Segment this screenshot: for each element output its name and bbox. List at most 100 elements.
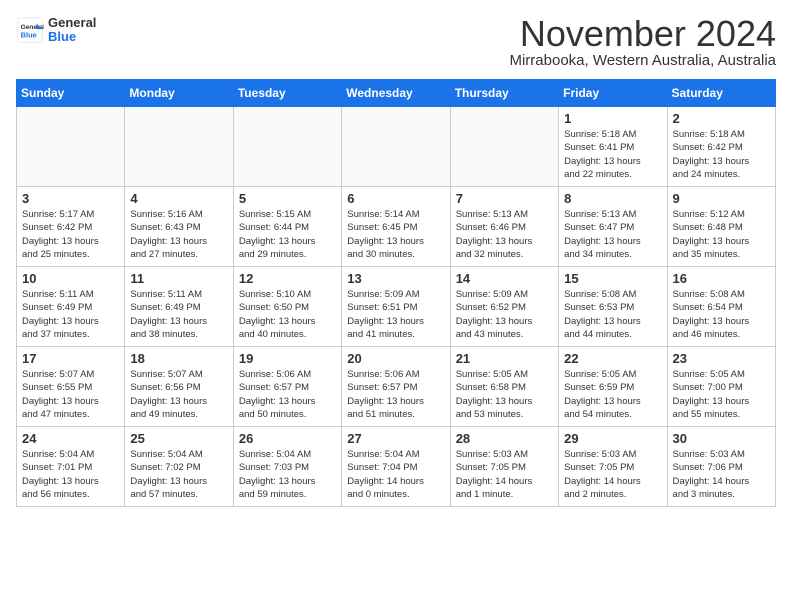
day-number: 30 — [673, 431, 770, 446]
weekday-header-saturday: Saturday — [667, 80, 775, 107]
weekday-header-friday: Friday — [559, 80, 667, 107]
day-number: 8 — [564, 191, 661, 206]
day-info: Sunrise: 5:04 AM Sunset: 7:01 PM Dayligh… — [22, 448, 119, 501]
day-number: 24 — [22, 431, 119, 446]
calendar-cell: 17 Sunrise: 5:07 AM Sunset: 6:55 PM Dayli… — [17, 347, 125, 427]
day-number: 6 — [347, 191, 444, 206]
weekday-header-tuesday: Tuesday — [233, 80, 341, 107]
calendar-cell: 14 Sunrise: 5:09 AM Sunset: 6:52 PM Dayli… — [450, 267, 558, 347]
day-info: Sunrise: 5:16 AM Sunset: 6:43 PM Dayligh… — [130, 208, 227, 261]
day-number: 14 — [456, 271, 553, 286]
day-info: Sunrise: 5:08 AM Sunset: 6:54 PM Dayligh… — [673, 288, 770, 341]
calendar-cell: 9 Sunrise: 5:12 AM Sunset: 6:48 PM Daylig… — [667, 187, 775, 267]
day-info: Sunrise: 5:08 AM Sunset: 6:53 PM Dayligh… — [564, 288, 661, 341]
day-info: Sunrise: 5:04 AM Sunset: 7:04 PM Dayligh… — [347, 448, 444, 501]
day-info: Sunrise: 5:14 AM Sunset: 6:45 PM Dayligh… — [347, 208, 444, 261]
day-number: 23 — [673, 351, 770, 366]
calendar-cell: 5 Sunrise: 5:15 AM Sunset: 6:44 PM Daylig… — [233, 187, 341, 267]
calendar-cell: 22Sunrise: 5:05 AM Sunset: 6:59 PM Dayli… — [559, 347, 667, 427]
calendar-cell: 3 Sunrise: 5:17 AM Sunset: 6:42 PM Daylig… — [17, 187, 125, 267]
calendar-cell: 4 Sunrise: 5:16 AM Sunset: 6:43 PM Daylig… — [125, 187, 233, 267]
calendar-cell: 19 Sunrise: 5:06 AM Sunset: 6:57 PM Dayli… — [233, 347, 341, 427]
weekday-header-row: SundayMondayTuesdayWednesdayThursdayFrid… — [17, 80, 776, 107]
day-number: 15 — [564, 271, 661, 286]
day-info: Sunrise: 5:04 AM Sunset: 7:03 PM Dayligh… — [239, 448, 336, 501]
day-info: Sunrise: 5:07 AM Sunset: 6:55 PM Dayligh… — [22, 368, 119, 421]
calendar-week-3: 10 Sunrise: 5:11 AM Sunset: 6:49 PM Dayli… — [17, 267, 776, 347]
calendar-cell: 28Sunrise: 5:03 AM Sunset: 7:05 PM Dayli… — [450, 427, 558, 507]
day-number: 20 — [347, 351, 444, 366]
calendar-cell: 21 Sunrise: 5:05 AM Sunset: 6:58 PM Dayli… — [450, 347, 558, 427]
calendar-cell: 10 Sunrise: 5:11 AM Sunset: 6:49 PM Dayli… — [17, 267, 125, 347]
calendar-cell: 7 Sunrise: 5:13 AM Sunset: 6:46 PM Daylig… — [450, 187, 558, 267]
location: Mirrabooka, Western Australia, Australia — [509, 52, 776, 69]
day-number: 29 — [564, 431, 661, 446]
logo-blue: Blue — [48, 30, 96, 44]
day-number: 7 — [456, 191, 553, 206]
calendar-table: SundayMondayTuesdayWednesdayThursdayFrid… — [16, 79, 776, 507]
day-number: 9 — [673, 191, 770, 206]
day-info: Sunrise: 5:05 AM Sunset: 6:58 PM Dayligh… — [456, 368, 553, 421]
logo-general: General — [48, 16, 96, 30]
calendar-cell: 15 Sunrise: 5:08 AM Sunset: 6:53 PM Dayli… — [559, 267, 667, 347]
calendar-cell: 18 Sunrise: 5:07 AM Sunset: 6:56 PM Dayli… — [125, 347, 233, 427]
calendar-cell: 23Sunrise: 5:05 AM Sunset: 7:00 PM Dayli… — [667, 347, 775, 427]
day-number: 13 — [347, 271, 444, 286]
day-info: Sunrise: 5:11 AM Sunset: 6:49 PM Dayligh… — [22, 288, 119, 341]
logo-text: General Blue — [48, 16, 96, 45]
day-number: 11 — [130, 271, 227, 286]
day-info: Sunrise: 5:17 AM Sunset: 6:42 PM Dayligh… — [22, 208, 119, 261]
day-info: Sunrise: 5:06 AM Sunset: 6:57 PM Dayligh… — [239, 368, 336, 421]
day-number: 5 — [239, 191, 336, 206]
day-number: 4 — [130, 191, 227, 206]
day-info: Sunrise: 5:13 AM Sunset: 6:46 PM Dayligh… — [456, 208, 553, 261]
day-info: Sunrise: 5:04 AM Sunset: 7:02 PM Dayligh… — [130, 448, 227, 501]
day-info: Sunrise: 5:11 AM Sunset: 6:49 PM Dayligh… — [130, 288, 227, 341]
day-number: 12 — [239, 271, 336, 286]
day-info: Sunrise: 5:05 AM Sunset: 6:59 PM Dayligh… — [564, 368, 661, 421]
calendar-cell: 27 Sunrise: 5:04 AM Sunset: 7:04 PM Dayli… — [342, 427, 450, 507]
calendar-cell: 30Sunrise: 5:03 AM Sunset: 7:06 PM Dayli… — [667, 427, 775, 507]
calendar-cell: 12 Sunrise: 5:10 AM Sunset: 6:50 PM Dayli… — [233, 267, 341, 347]
calendar-cell: 2Sunrise: 5:18 AM Sunset: 6:42 PM Daylig… — [667, 107, 775, 187]
day-number: 28 — [456, 431, 553, 446]
day-number: 21 — [456, 351, 553, 366]
day-info: Sunrise: 5:15 AM Sunset: 6:44 PM Dayligh… — [239, 208, 336, 261]
day-info: Sunrise: 5:09 AM Sunset: 6:52 PM Dayligh… — [456, 288, 553, 341]
day-number: 26 — [239, 431, 336, 446]
day-number: 19 — [239, 351, 336, 366]
day-number: 17 — [22, 351, 119, 366]
calendar-cell: 29 Sunrise: 5:03 AM Sunset: 7:05 PM Dayli… — [559, 427, 667, 507]
calendar-week-2: 3 Sunrise: 5:17 AM Sunset: 6:42 PM Daylig… — [17, 187, 776, 267]
calendar-cell: 25 Sunrise: 5:04 AM Sunset: 7:02 PM Dayli… — [125, 427, 233, 507]
month-title: November 2024 — [509, 16, 776, 52]
calendar-cell — [125, 107, 233, 187]
calendar-cell: 16 Sunrise: 5:08 AM Sunset: 6:54 PM Dayli… — [667, 267, 775, 347]
calendar-cell: 6 Sunrise: 5:14 AM Sunset: 6:45 PM Daylig… — [342, 187, 450, 267]
day-info: Sunrise: 5:03 AM Sunset: 7:05 PM Dayligh… — [564, 448, 661, 501]
day-info: Sunrise: 5:18 AM Sunset: 6:41 PM Dayligh… — [564, 128, 661, 181]
day-number: 18 — [130, 351, 227, 366]
day-number: 1 — [564, 111, 661, 126]
day-number: 16 — [673, 271, 770, 286]
calendar-week-4: 17 Sunrise: 5:07 AM Sunset: 6:55 PM Dayli… — [17, 347, 776, 427]
day-number: 27 — [347, 431, 444, 446]
calendar-week-1: 1 Sunrise: 5:18 AM Sunset: 6:41 PM Daylig… — [17, 107, 776, 187]
day-number: 3 — [22, 191, 119, 206]
title-area: November 2024 Mirrabooka, Western Austra… — [509, 16, 776, 69]
day-info: Sunrise: 5:12 AM Sunset: 6:48 PM Dayligh… — [673, 208, 770, 261]
calendar-cell — [17, 107, 125, 187]
calendar-cell — [450, 107, 558, 187]
day-info: Sunrise: 5:06 AM Sunset: 6:57 PM Dayligh… — [347, 368, 444, 421]
day-number: 10 — [22, 271, 119, 286]
day-info: Sunrise: 5:13 AM Sunset: 6:47 PM Dayligh… — [564, 208, 661, 261]
day-number: 2 — [673, 111, 770, 126]
weekday-header-wednesday: Wednesday — [342, 80, 450, 107]
day-number: 25 — [130, 431, 227, 446]
day-info: Sunrise: 5:10 AM Sunset: 6:50 PM Dayligh… — [239, 288, 336, 341]
calendar-cell: 13Sunrise: 5:09 AM Sunset: 6:51 PM Dayli… — [342, 267, 450, 347]
calendar-cell: 8 Sunrise: 5:13 AM Sunset: 6:47 PM Daylig… — [559, 187, 667, 267]
day-info: Sunrise: 5:07 AM Sunset: 6:56 PM Dayligh… — [130, 368, 227, 421]
calendar-cell: 26 Sunrise: 5:04 AM Sunset: 7:03 PM Dayli… — [233, 427, 341, 507]
calendar-cell — [233, 107, 341, 187]
